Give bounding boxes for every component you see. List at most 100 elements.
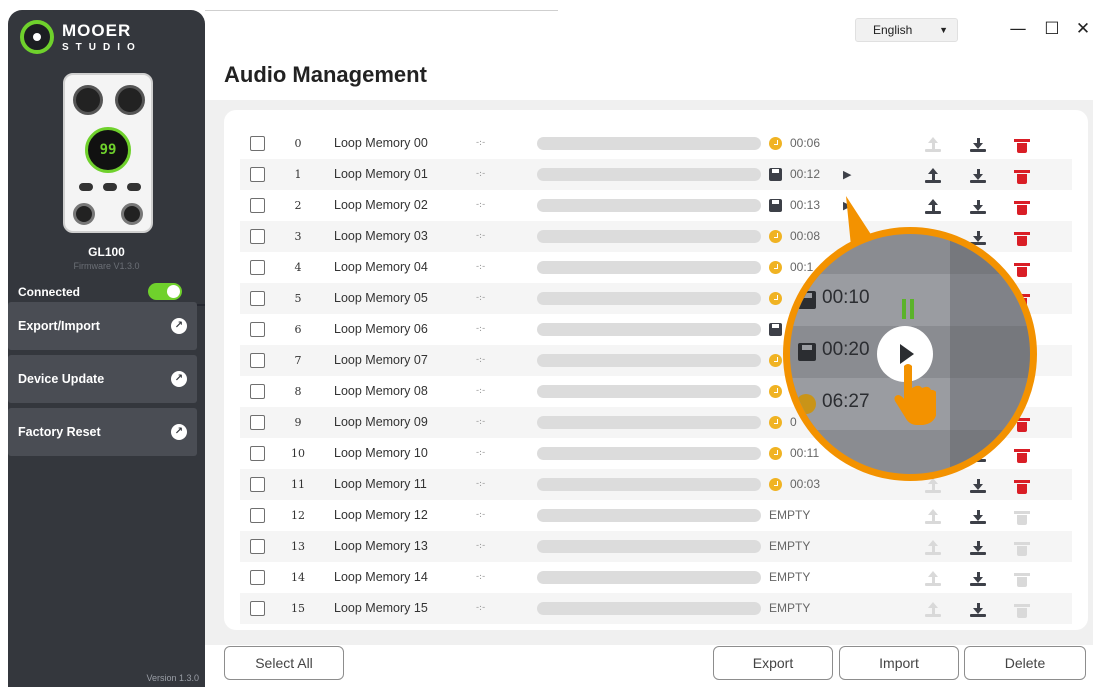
trash-icon[interactable]	[1012, 531, 1032, 562]
progress-bar	[537, 385, 761, 398]
row-status: 00:03	[769, 469, 820, 500]
download-icon[interactable]	[968, 190, 988, 221]
row-name: Loop Memory 02	[334, 198, 428, 212]
table-row[interactable]: 0 Loop Memory 00 -:- 00:06	[240, 128, 1072, 159]
row-name: Loop Memory 00	[334, 136, 428, 150]
pedal-button	[79, 183, 93, 191]
progress-bar	[537, 509, 761, 522]
row-checkbox[interactable]	[250, 570, 265, 585]
pause-icon[interactable]	[902, 299, 914, 319]
upload-icon[interactable]	[923, 128, 943, 159]
app-window: MOOER STUDIO 99 GL100 Firmware V1.3.0 Co…	[0, 0, 1093, 687]
table-row[interactable]: 14 Loop Memory 14 -:- EMPTY	[240, 562, 1072, 593]
minimize-button[interactable]: —	[1006, 16, 1030, 42]
row-checkbox[interactable]	[250, 477, 265, 492]
row-checkbox[interactable]	[250, 601, 265, 616]
trash-icon[interactable]	[1012, 500, 1032, 531]
maximize-button[interactable]: ☐	[1040, 16, 1064, 42]
pedal-image: 99	[63, 73, 153, 233]
clock-icon	[769, 137, 782, 150]
pedal-footswitch	[73, 203, 95, 225]
download-icon[interactable]	[968, 500, 988, 531]
download-icon[interactable]	[968, 159, 988, 190]
trash-icon[interactable]	[1012, 190, 1032, 221]
trash-icon[interactable]	[1012, 128, 1032, 159]
pedal-knob	[73, 85, 103, 115]
delete-button[interactable]: Delete	[964, 646, 1086, 680]
row-checkbox[interactable]	[250, 384, 265, 399]
row-checkbox[interactable]	[250, 229, 265, 244]
row-name: Loop Memory 04	[334, 260, 428, 274]
row-status: 00:06	[769, 128, 820, 159]
clock-icon	[769, 416, 782, 429]
hand-pointer-icon	[894, 364, 936, 425]
clock-icon	[769, 354, 782, 367]
app-version: Version 1.3.0	[146, 673, 199, 683]
row-checkbox[interactable]	[250, 508, 265, 523]
download-icon[interactable]	[968, 593, 988, 624]
row-checkbox[interactable]	[250, 260, 265, 275]
sidebar-item-export-import[interactable]: Export/Import ↗	[8, 302, 197, 350]
trash-icon[interactable]	[1012, 159, 1032, 190]
table-row[interactable]: 13 Loop Memory 13 -:- EMPTY	[240, 531, 1072, 562]
download-icon[interactable]	[968, 562, 988, 593]
row-name: Loop Memory 15	[334, 601, 428, 615]
sidebar-item-factory-reset[interactable]: Factory Reset ↗	[8, 408, 197, 456]
table-row[interactable]: 12 Loop Memory 12 -:- EMPTY	[240, 500, 1072, 531]
import-button[interactable]: Import	[839, 646, 959, 680]
upload-icon[interactable]	[923, 159, 943, 190]
row-checkbox[interactable]	[250, 136, 265, 151]
upload-icon[interactable]	[923, 531, 943, 562]
progress-bar	[537, 416, 761, 429]
row-status-text: 00:13	[790, 198, 821, 212]
upload-icon[interactable]	[923, 562, 943, 593]
sidebar-item-device-update[interactable]: Device Update ↗	[8, 355, 197, 403]
row-time: -:-	[476, 169, 486, 179]
export-button[interactable]: Export	[713, 646, 833, 680]
row-checkbox[interactable]	[250, 198, 265, 213]
row-checkbox[interactable]	[250, 353, 265, 368]
row-status-text: 00:03	[790, 477, 821, 491]
table-row[interactable]: 15 Loop Memory 15 -:- EMPTY	[240, 593, 1072, 624]
row-index: 5	[294, 292, 302, 305]
progress-bar	[537, 602, 761, 615]
table-row[interactable]: 1 Loop Memory 01 -:- 00:12 ▶	[240, 159, 1072, 190]
row-index: 6	[294, 323, 302, 336]
upload-icon[interactable]	[923, 500, 943, 531]
close-button[interactable]: ✕	[1071, 16, 1093, 42]
row-checkbox[interactable]	[250, 539, 265, 554]
row-checkbox[interactable]	[250, 167, 265, 182]
disk-icon	[769, 168, 782, 181]
sidebar-item-label: Factory Reset	[18, 425, 101, 439]
row-checkbox[interactable]	[250, 291, 265, 306]
disk-icon	[769, 323, 782, 336]
trash-icon[interactable]	[1012, 562, 1032, 593]
row-checkbox[interactable]	[250, 415, 265, 430]
upload-icon[interactable]	[923, 593, 943, 624]
progress-bar	[537, 168, 761, 181]
language-select[interactable]: English ▼	[855, 18, 958, 42]
connection-toggle[interactable]	[148, 283, 182, 300]
row-time: -:-	[476, 355, 486, 365]
row-index: 11	[291, 478, 305, 491]
table-row[interactable]: 2Loop Memory 02-:-00:13▶	[240, 190, 1072, 221]
play-icon[interactable]: ▶	[843, 159, 851, 190]
row-status: 00:13	[769, 190, 820, 221]
upload-icon[interactable]	[923, 190, 943, 221]
chevron-down-icon: ▼	[939, 25, 948, 35]
row-time: -:-	[476, 448, 486, 458]
download-icon[interactable]	[968, 128, 988, 159]
row-index: 7	[294, 354, 302, 367]
progress-bar	[537, 447, 761, 460]
magnifier-callout: 00:10 00:20 06:27	[783, 227, 1037, 481]
row-name: Loop Memory 10	[334, 446, 428, 460]
row-status-text: EMPTY	[769, 508, 811, 522]
row-checkbox[interactable]	[250, 446, 265, 461]
trash-icon[interactable]	[1012, 593, 1032, 624]
pedal-knob	[115, 85, 145, 115]
download-icon[interactable]	[968, 531, 988, 562]
progress-bar	[537, 571, 761, 584]
row-checkbox[interactable]	[250, 322, 265, 337]
select-all-button[interactable]: Select All	[224, 646, 344, 680]
magnifier-shade	[950, 234, 1030, 474]
